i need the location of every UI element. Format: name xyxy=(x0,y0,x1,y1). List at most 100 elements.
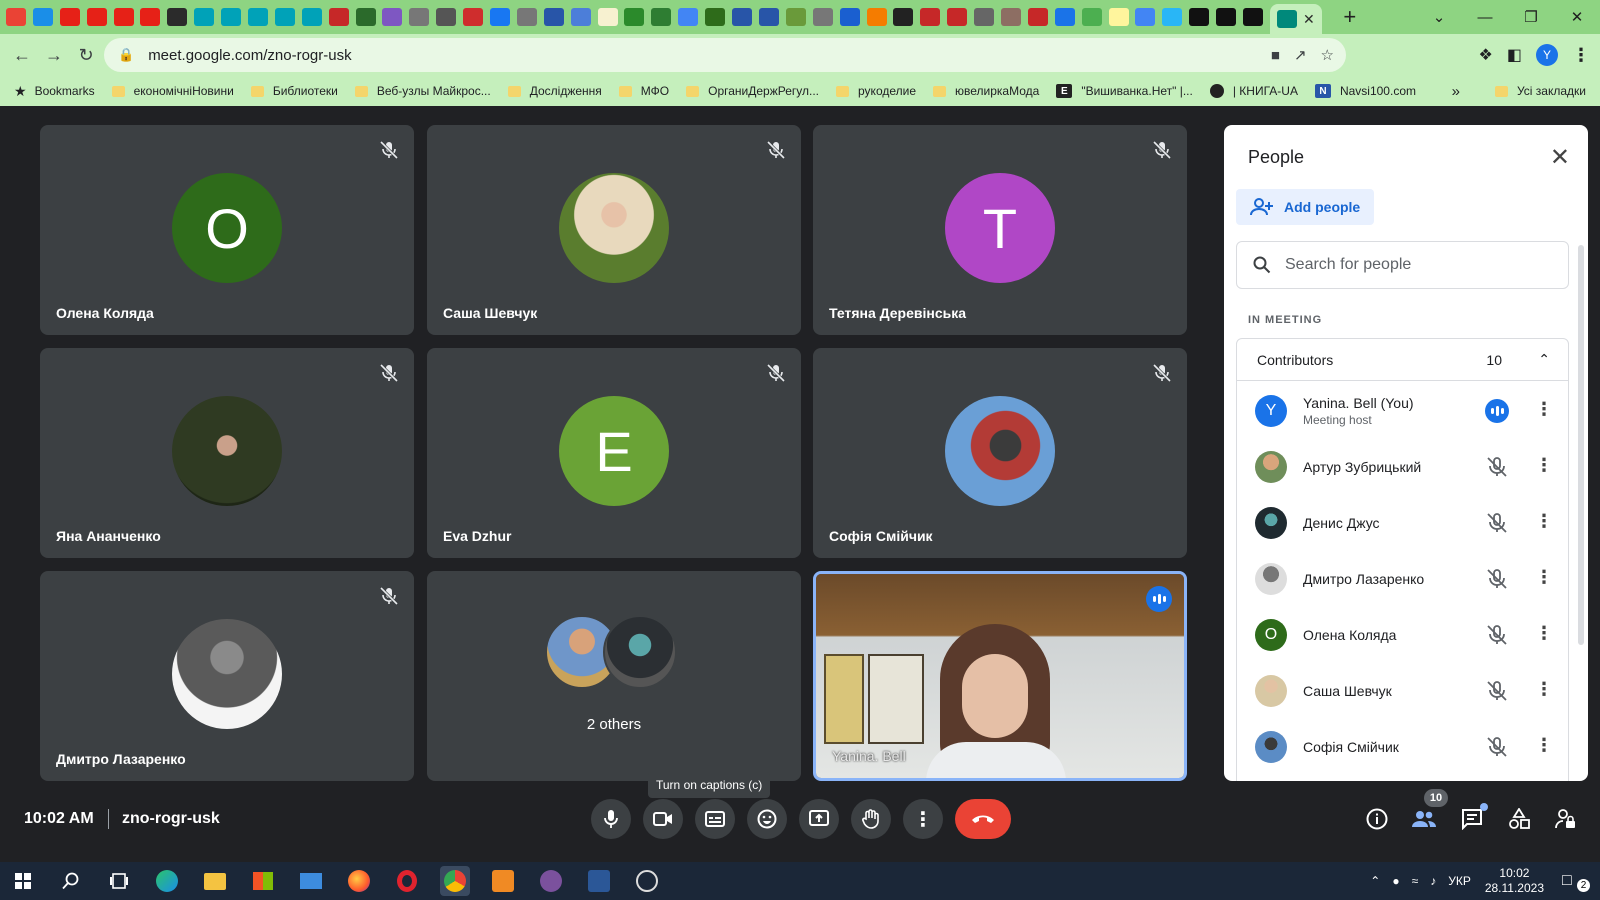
file-explorer-app[interactable] xyxy=(200,866,230,896)
camera-button[interactable] xyxy=(643,799,683,839)
participant-row[interactable]: Y Yanina. Bell (You) Meeting host ⋮ xyxy=(1255,391,1555,431)
browser-tab-favicon[interactable] xyxy=(758,8,779,26)
browser-tab-favicon[interactable] xyxy=(516,8,537,26)
opera-app[interactable] xyxy=(392,866,422,896)
browser-tab-favicon[interactable] xyxy=(1108,8,1129,26)
browser-tab-favicon[interactable] xyxy=(409,8,430,26)
browser-tab-favicon[interactable] xyxy=(6,8,26,26)
word-app[interactable] xyxy=(584,866,614,896)
minimize-icon[interactable]: — xyxy=(1462,9,1508,26)
more-options-icon[interactable]: ⋮ xyxy=(1535,567,1553,588)
browser-tab-favicon[interactable] xyxy=(32,8,53,26)
panel-scrollbar[interactable] xyxy=(1578,245,1584,645)
browser-tab-favicon[interactable] xyxy=(543,8,564,26)
bookmark-star-icon[interactable]: ☆ xyxy=(1321,46,1334,64)
camera-in-use-icon[interactable]: ■ xyxy=(1271,47,1280,64)
mic-off-icon[interactable] xyxy=(1485,679,1509,703)
close-tab-icon[interactable]: ✕ xyxy=(1303,11,1315,28)
captions-button[interactable] xyxy=(695,799,735,839)
extensions-icon[interactable]: ❖ xyxy=(1479,45,1493,65)
browser-tab-favicon[interactable] xyxy=(839,8,860,26)
participant-tile[interactable]: T Тетяна Деревінська xyxy=(813,125,1187,335)
bookmarks-overflow-button[interactable]: » xyxy=(1452,83,1460,100)
bookmark-item[interactable]: економічніНовини xyxy=(111,84,234,98)
participant-row[interactable]: Артур Зубрицький ⋮ xyxy=(1255,447,1555,487)
browser-tab-favicon[interactable] xyxy=(893,8,914,26)
browser-tab-favicon[interactable] xyxy=(947,8,968,26)
more-options-icon[interactable]: ⋮ xyxy=(1535,511,1553,532)
browser-tab-favicon[interactable] xyxy=(1189,8,1210,26)
browser-tab-favicon[interactable] xyxy=(920,8,941,26)
participant-row[interactable]: Саша Шевчук ⋮ xyxy=(1255,671,1555,711)
bookmark-item[interactable]: МФО xyxy=(618,84,669,98)
participant-tile[interactable]: Дмитро Лазаренко xyxy=(40,571,414,781)
participant-tile[interactable]: O Олена Коляда xyxy=(40,125,414,335)
share-icon[interactable]: ↗ xyxy=(1294,46,1307,64)
bookmark-item[interactable]: Дослідження xyxy=(507,84,602,98)
bookmark-item[interactable]: Библиотеки xyxy=(250,84,338,98)
browser-menu-icon[interactable]: ⋮ xyxy=(1572,45,1590,66)
chat-button[interactable] xyxy=(1458,803,1488,833)
add-people-button[interactable]: Add people xyxy=(1236,189,1374,225)
browser-tab-favicon[interactable] xyxy=(140,8,161,26)
browser-tab-favicon[interactable] xyxy=(382,8,403,26)
bookmark-item[interactable]: рукоделие xyxy=(836,84,916,98)
browser-tab-favicon[interactable] xyxy=(1135,8,1156,26)
all-bookmarks-button[interactable]: Усі закладки xyxy=(1494,84,1586,98)
browser-tab-favicon[interactable] xyxy=(624,8,645,26)
close-panel-icon[interactable]: ✕ xyxy=(1550,143,1570,172)
side-panel-icon[interactable]: ◧ xyxy=(1507,45,1522,65)
url-bar[interactable]: 🔒 meet.google.com/zno-rogr-usk ■ ↗ ☆ xyxy=(104,38,1346,72)
media-player-app[interactable] xyxy=(632,866,662,896)
browser-tab-favicon[interactable] xyxy=(1054,8,1075,26)
bookmark-item[interactable]: ювелиркаМода xyxy=(933,84,1039,98)
more-options-button[interactable]: ⋮ xyxy=(903,799,943,839)
back-button[interactable]: ← xyxy=(6,39,38,71)
browser-tab-favicon[interactable] xyxy=(221,8,242,26)
more-options-icon[interactable]: ⋮ xyxy=(1535,623,1553,644)
bookmark-item[interactable]: E "Вишиванка.Нет" |... xyxy=(1056,84,1193,98)
tab-search-icon[interactable]: ⌄ xyxy=(1416,8,1462,26)
task-view-button[interactable] xyxy=(104,866,134,896)
volume-icon[interactable]: ♪ xyxy=(1430,874,1436,888)
reactions-button[interactable] xyxy=(747,799,787,839)
browser-tab-favicon[interactable] xyxy=(732,8,753,26)
bookmark-item[interactable]: ★ Bookmarks xyxy=(14,83,95,100)
browser-tab-favicon[interactable] xyxy=(194,8,215,26)
profile-avatar[interactable]: Y xyxy=(1536,44,1558,66)
browser-tab-favicon[interactable] xyxy=(812,8,833,26)
restore-icon[interactable]: ❐ xyxy=(1508,8,1554,26)
chevron-up-icon[interactable]: ⌃ xyxy=(1370,874,1380,888)
browser-tab-favicon[interactable] xyxy=(678,8,699,26)
chevron-up-icon[interactable]: ⌃ xyxy=(1538,351,1550,368)
viber-app[interactable] xyxy=(536,866,566,896)
more-options-icon[interactable]: ⋮ xyxy=(1535,399,1553,420)
reload-button[interactable]: ↻ xyxy=(70,39,102,71)
participant-row[interactable]: O Олена Коляда ⋮ xyxy=(1255,615,1555,655)
mic-off-icon[interactable] xyxy=(1485,511,1509,535)
store-app[interactable] xyxy=(248,866,278,896)
more-options-icon[interactable]: ⋮ xyxy=(1535,455,1553,476)
browser-tab-favicon[interactable] xyxy=(1000,8,1021,26)
wifi-icon[interactable]: ≈ xyxy=(1412,874,1419,888)
browser-tab-favicon[interactable] xyxy=(1027,8,1048,26)
browser-tab-favicon[interactable] xyxy=(1081,8,1102,26)
microphone-button[interactable] xyxy=(591,799,631,839)
browser-tab-favicon[interactable] xyxy=(490,8,511,26)
host-controls-button[interactable] xyxy=(1552,805,1580,833)
bookmark-item[interactable]: Веб-узлы Майкрос... xyxy=(354,84,491,98)
raise-hand-button[interactable] xyxy=(851,799,891,839)
browser-tab-favicon[interactable] xyxy=(248,8,269,26)
participant-row[interactable]: Софія Смійчик ⋮ xyxy=(1255,727,1555,767)
activities-button[interactable] xyxy=(1505,805,1533,833)
contributors-header[interactable]: Contributors 10 ⌃ xyxy=(1237,339,1568,381)
browser-tab-favicon[interactable] xyxy=(1242,8,1263,26)
microphone-icon[interactable]: ● xyxy=(1392,874,1399,888)
browser-tab-favicon[interactable] xyxy=(1162,8,1183,26)
people-search-input[interactable]: Search for people xyxy=(1236,241,1569,289)
participant-tile[interactable]: Софія Смійчик xyxy=(813,348,1187,558)
notifications-button[interactable]: □ 2 xyxy=(1562,872,1592,892)
present-button[interactable] xyxy=(799,799,839,839)
browser-tab-favicon[interactable] xyxy=(355,8,376,26)
mic-off-icon[interactable] xyxy=(1485,735,1509,759)
